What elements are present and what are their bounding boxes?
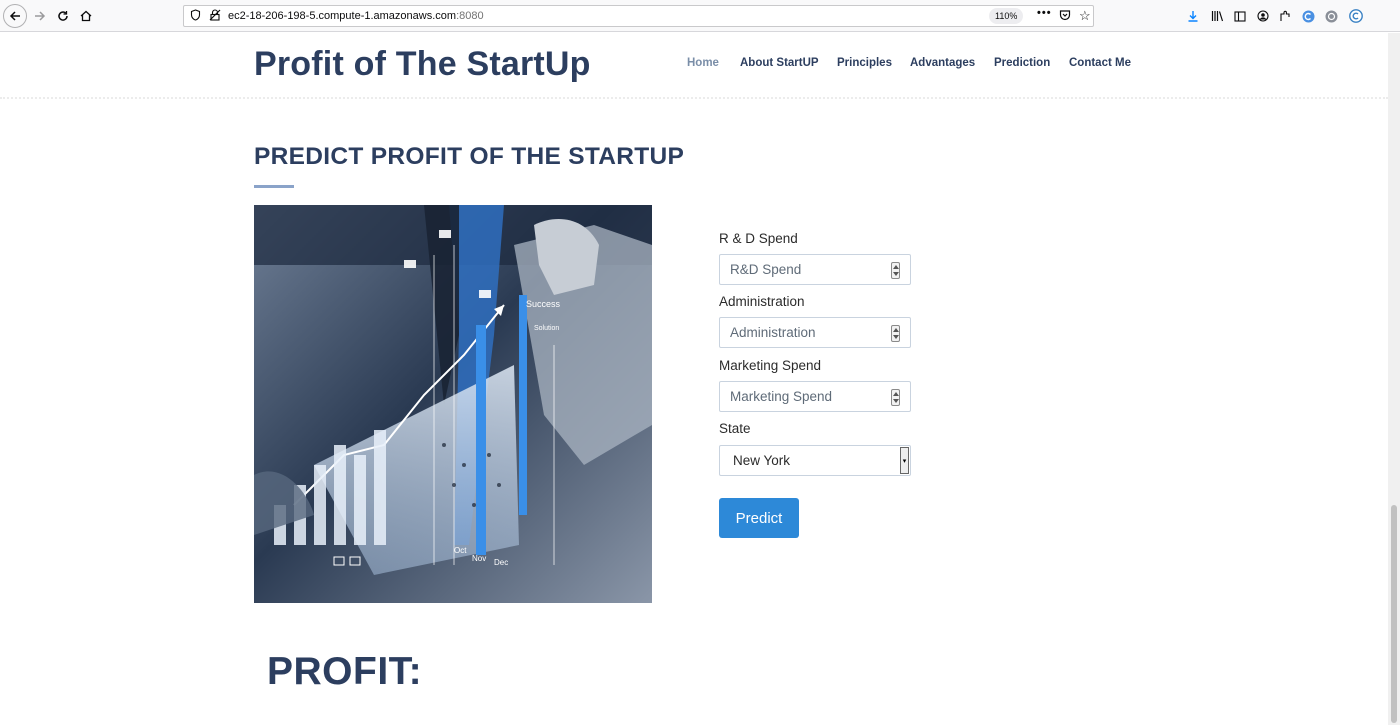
rd-spend-input[interactable] (720, 255, 910, 284)
reload-icon (58, 11, 68, 21)
rd-spend-spinner[interactable] (891, 262, 900, 279)
home-icon (80, 10, 92, 22)
rd-spend-field[interactable] (719, 254, 911, 285)
state-label: State (719, 421, 751, 436)
administration-field[interactable] (719, 317, 911, 348)
scrollbar-thumb[interactable] (1391, 505, 1397, 723)
administration-label: Administration (719, 294, 805, 309)
marketing-spend-spinner[interactable] (891, 389, 900, 406)
state-selected-value: New York (733, 453, 791, 468)
pocket-icon[interactable] (1059, 9, 1071, 24)
back-button[interactable] (3, 4, 27, 28)
administration-input[interactable] (720, 318, 910, 347)
marketing-spend-input[interactable] (720, 382, 910, 411)
arrow-right-icon (35, 11, 46, 21)
shield-icon[interactable] (190, 9, 201, 24)
url-host: ec2-18-206-198-5.compute-1.amazonaws.com (228, 10, 457, 22)
nav-principles[interactable]: Principles (837, 57, 892, 69)
url-port: :8080 (456, 10, 484, 22)
extension-badge-icon[interactable] (1348, 8, 1364, 24)
svg-text:Oct: Oct (454, 546, 467, 555)
page-scrollbar[interactable] (1388, 33, 1400, 725)
download-icon[interactable] (1185, 8, 1201, 24)
nav-home[interactable]: Home (687, 57, 719, 69)
predict-button[interactable]: Predict (719, 498, 799, 538)
administration-spinner[interactable] (891, 325, 900, 342)
page-actions-icon[interactable]: ••• (1037, 7, 1052, 19)
rd-spend-label: R & D Spend (719, 231, 798, 246)
forward-button[interactable] (29, 5, 51, 27)
extension-circle-icon[interactable] (1300, 8, 1316, 24)
nav-advantages[interactable]: Advantages (910, 57, 975, 69)
star-bookmark-icon[interactable]: ☆ (1079, 8, 1091, 24)
section-title: PREDICT PROFIT OF THE STARTUP (254, 143, 685, 170)
dropdown-arrow-icon[interactable]: ▾ (900, 447, 909, 474)
startup-analytics-image: Success Solution Oct Nov Dec (254, 205, 652, 603)
nav-about-startup[interactable]: About StartUP (740, 57, 819, 69)
account-icon[interactable] (1255, 8, 1271, 24)
svg-text:Solution: Solution (534, 325, 559, 332)
svg-text:Dec: Dec (494, 558, 508, 567)
svg-text:Success: Success (526, 299, 561, 309)
marketing-spend-label: Marketing Spend (719, 358, 822, 373)
svg-text:Nov: Nov (472, 554, 486, 563)
extension-globe-icon[interactable] (1323, 8, 1339, 24)
url-bar[interactable]: ec2-18-206-198-5.compute-1.amazonaws.com… (183, 5, 1094, 27)
url-text[interactable]: ec2-18-206-198-5.compute-1.amazonaws.com… (228, 10, 484, 22)
site-title[interactable]: Profit of The StartUp (254, 45, 591, 84)
title-underline (254, 185, 294, 188)
nav-contact-me[interactable]: Contact Me (1069, 57, 1131, 69)
marketing-spend-field[interactable] (719, 381, 911, 412)
state-select[interactable]: New York ▾ (719, 445, 911, 476)
reload-button[interactable] (52, 5, 74, 27)
arrow-left-icon (9, 11, 20, 21)
profit-result-heading: PROFIT: (267, 650, 423, 693)
site-header: Profit of The StartUp Home About StartUP… (0, 33, 1388, 99)
nav-prediction[interactable]: Prediction (994, 57, 1050, 69)
zoom-level-badge[interactable]: 110% (989, 8, 1024, 24)
library-icon[interactable] (1209, 8, 1225, 24)
extension-puzzle-icon[interactable] (1277, 8, 1293, 24)
sidebar-icon[interactable] (1232, 8, 1248, 24)
home-button[interactable] (75, 5, 97, 27)
browser-toolbar: ec2-18-206-198-5.compute-1.amazonaws.com… (0, 0, 1400, 32)
insecure-lock-icon[interactable] (209, 9, 221, 24)
